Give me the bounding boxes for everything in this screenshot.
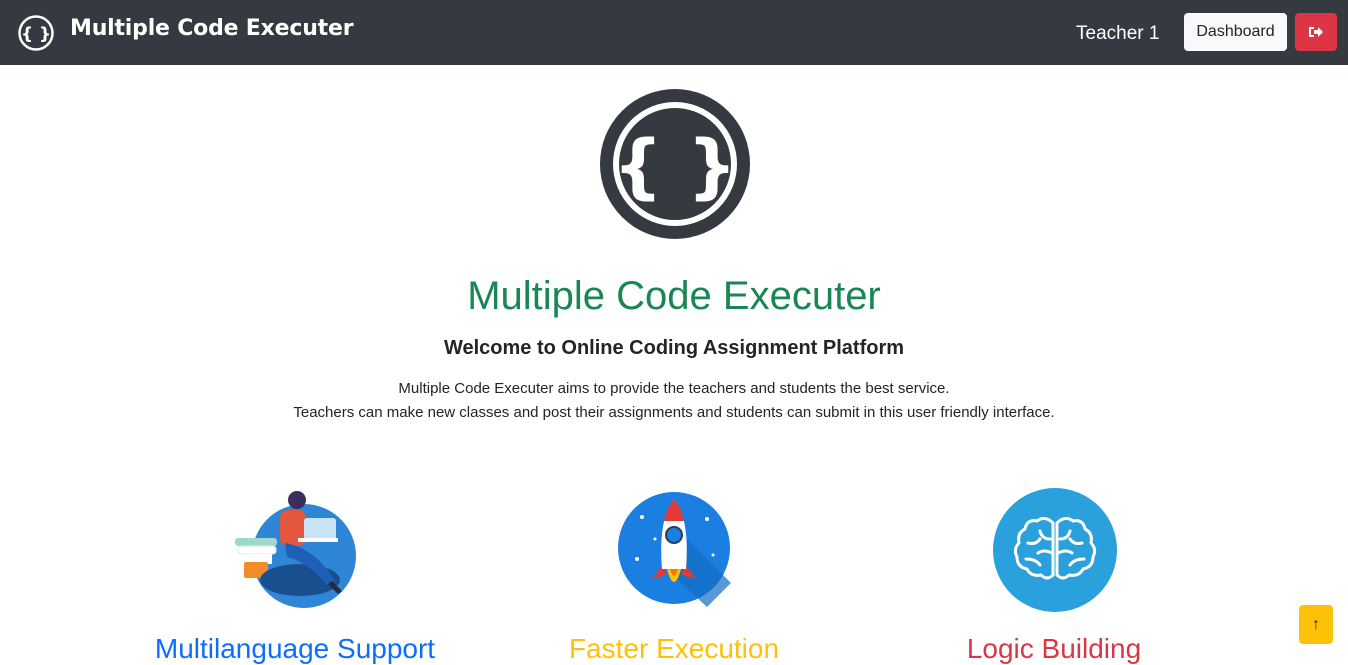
brand-title[interactable]: Multiple Code Executer — [70, 16, 354, 41]
hero-description: Multiple Code Executer aims to provide t… — [0, 377, 1348, 425]
feature-title: Logic Building — [966, 633, 1142, 664]
curly-braces-icon: { } — [600, 89, 750, 239]
curly-braces-icon[interactable]: { } — [18, 15, 54, 51]
hero-subtitle: Welcome to Online Coding Assignment Plat… — [443, 337, 905, 359]
rocket-illustration — [618, 492, 731, 607]
svg-text:{ }: { } — [21, 25, 51, 45]
description-line: Multiple Code Executer aims to provide t… — [398, 380, 950, 397]
navbar: { } Multiple Code Executer Teacher 1 Das… — [0, 0, 1348, 65]
svg-text:{ }: { } — [613, 125, 737, 207]
scroll-to-top-button[interactable]: ↑ — [1299, 605, 1333, 644]
person-laptop-illustration — [235, 491, 356, 608]
description-line: Teachers can make new classes and post t… — [293, 404, 1055, 421]
sign-out-icon — [1309, 27, 1323, 37]
hero-title: Multiple Code Executer — [467, 274, 881, 318]
logout-button[interactable] — [1295, 13, 1337, 51]
dashboard-button[interactable]: Dashboard — [1184, 13, 1287, 51]
brain-icon — [993, 488, 1117, 612]
feature-title: Multilanguage Support — [154, 633, 436, 664]
user-name: Teacher 1 — [1076, 23, 1160, 44]
feature-title: Faster Execution — [568, 633, 780, 664]
